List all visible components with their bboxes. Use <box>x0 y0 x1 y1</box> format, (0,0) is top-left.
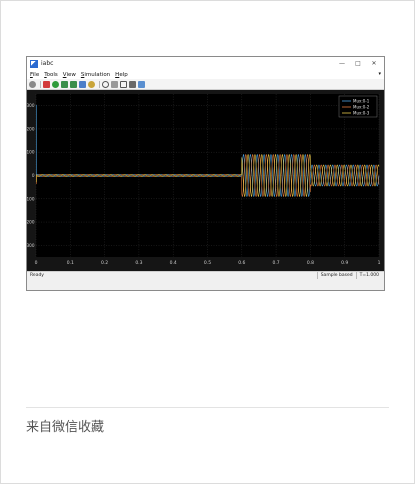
step-back-icon[interactable] <box>61 80 68 88</box>
status-mode: Sample based <box>316 272 356 279</box>
scope-plot[interactable]: 0 0.1 0.2 0.3 0.4 0.5 0.6 0.7 0.8 0.9 1 300 200 100 0 -… <box>27 90 384 271</box>
legend-entry[interactable]: Mux:0-1 <box>353 99 370 104</box>
fit-icon[interactable] <box>120 80 127 88</box>
menu-overflow-arrow-icon[interactable]: ▾ <box>378 71 381 77</box>
section-divider <box>26 407 389 408</box>
y-tick-label: 200 <box>27 126 35 131</box>
zoom-icon[interactable] <box>102 80 109 88</box>
menu-file[interactable]: File <box>30 72 39 78</box>
status-ready: Ready <box>30 273 44 278</box>
record-icon[interactable] <box>88 80 95 88</box>
x-tick-label: 0.9 <box>341 260 348 266</box>
x-tick-label: 0.3 <box>135 260 142 266</box>
source-caption: 来自微信收藏 <box>26 420 105 435</box>
y-tick-label: -100 <box>27 196 35 201</box>
menu-bar: File Tools View Simulation Help ▾ <box>27 70 384 79</box>
stop-icon[interactable] <box>43 80 50 88</box>
minimize-button[interactable]: — <box>334 57 350 70</box>
status-bar: Ready Sample based T=1.000 <box>27 271 384 279</box>
menu-view[interactable]: View <box>63 72 76 78</box>
legend[interactable]: Mux:0-1Mux:0-2Mux:0-3 <box>338 95 378 118</box>
x-tick-label: 0 <box>35 260 38 266</box>
window-controls: — □ ✕ <box>334 57 382 70</box>
x-tick-label: 0.5 <box>204 260 211 266</box>
maximize-button[interactable]: □ <box>350 57 366 70</box>
scope-app-icon <box>30 59 38 68</box>
x-tick-label: 0.7 <box>273 260 280 266</box>
x-tick-label: 0.6 <box>238 260 245 266</box>
x-tick-label: 0.8 <box>307 260 314 266</box>
legend-entry[interactable]: Mux:0-3 <box>353 111 370 116</box>
toolbar <box>27 79 384 90</box>
status-right-group: Sample based T=1.000 <box>316 272 382 279</box>
y-tick-label: 0 <box>32 173 35 178</box>
zoom-x-icon[interactable] <box>111 80 118 88</box>
y-tick-label: 100 <box>27 150 35 155</box>
y-tick-label: -300 <box>27 243 35 248</box>
y-tick-label: 300 <box>27 103 35 108</box>
menu-simulation[interactable]: Simulation <box>81 72 110 78</box>
x-tick-label: 0.1 <box>67 260 74 266</box>
settings-icon[interactable] <box>29 80 36 88</box>
menu-tools[interactable]: Tools <box>44 72 58 78</box>
x-tick-label: 0.2 <box>101 260 108 266</box>
measure-icon[interactable] <box>138 80 145 88</box>
scope-window: iabc — □ ✕ File Tools View Simulation He… <box>26 56 385 291</box>
run-icon[interactable] <box>52 80 59 88</box>
status-time: T=1.000 <box>355 272 382 279</box>
title-bar: iabc — □ ✕ <box>27 57 384 70</box>
toolbar-separator <box>99 80 100 88</box>
toolbar-separator <box>40 80 41 88</box>
menu-help[interactable]: Help <box>115 72 128 78</box>
legend-entry[interactable]: Mux:0-2 <box>353 105 370 110</box>
pause-icon[interactable] <box>79 80 86 88</box>
close-button[interactable]: ✕ <box>366 57 382 70</box>
plot-area[interactable]: 0 0.1 0.2 0.3 0.4 0.5 0.6 0.7 0.8 0.9 1 300 200 100 0 -… <box>27 90 384 271</box>
x-tick-label: 0.4 <box>170 260 177 266</box>
step-forward-icon[interactable] <box>70 80 77 88</box>
y-tick-label: -200 <box>27 220 35 225</box>
x-tick-label: 1 <box>378 260 381 266</box>
cursor-icon[interactable] <box>129 80 136 88</box>
window-title: iabc <box>41 60 54 67</box>
